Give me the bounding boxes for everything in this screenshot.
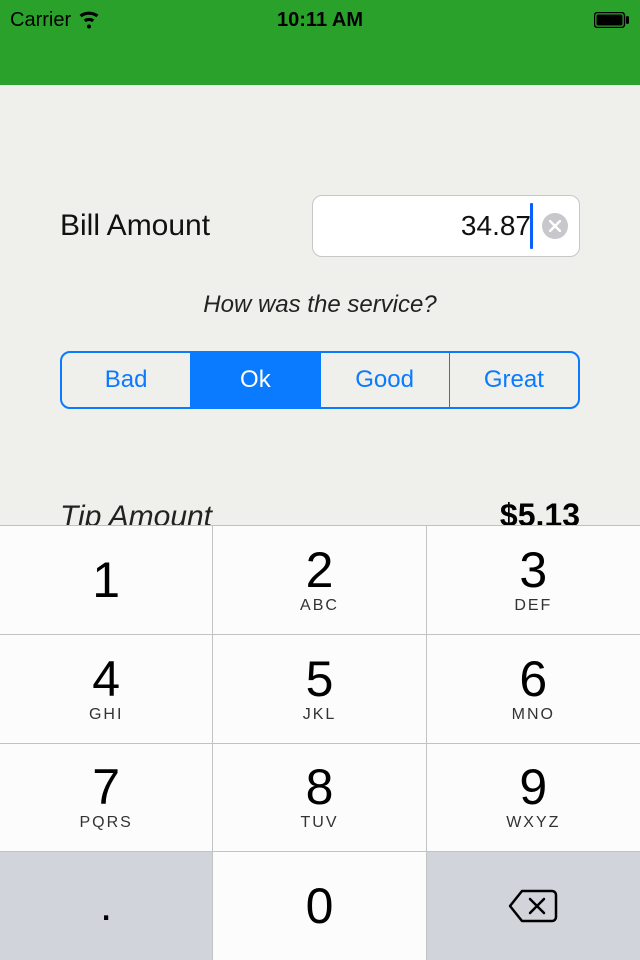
keypad-key-1[interactable]: 1 [0,525,213,634]
battery-icon [594,12,630,28]
keypad-letters: MNO [512,706,555,724]
keypad-letters: GHI [89,706,123,724]
keypad-key-0[interactable]: 0 [213,851,426,960]
keypad-digit: 5 [306,654,334,704]
keypad-digit: 4 [92,654,120,704]
keypad-letters: DEF [514,597,552,615]
keypad-digit: 1 [92,555,120,605]
keypad-letters: ABC [300,597,339,615]
close-icon [549,220,561,232]
keypad-digit: 0 [306,881,334,931]
keypad-digit: 6 [519,654,547,704]
keypad-digit: . [100,884,112,928]
keypad-key-3[interactable]: 3 DEF [427,525,640,634]
keypad-key-dot[interactable]: . [0,851,213,960]
keypad-key-8[interactable]: 8 TUV [213,743,426,852]
keypad-digit: 8 [306,762,334,812]
keypad-backspace[interactable] [427,851,640,960]
keypad-digit: 7 [92,762,120,812]
keypad-key-2[interactable]: 2 ABC [213,525,426,634]
wifi-icon [77,11,101,29]
keypad-key-9[interactable]: 9 WXYZ [427,743,640,852]
bill-input-wrap[interactable] [312,195,580,257]
status-bar: Carrier 10:11 AM [0,0,640,40]
segment-ok[interactable]: Ok [190,353,319,407]
keypad-digit: 3 [519,545,547,595]
segment-bad[interactable]: Bad [62,353,190,407]
bill-amount-label: Bill Amount [60,209,210,243]
clear-button[interactable] [542,213,568,239]
nav-bar [0,40,640,85]
keypad-digit: 9 [519,762,547,812]
service-prompt: How was the service? [60,291,580,319]
keypad-digit: 2 [306,545,334,595]
keypad-key-7[interactable]: 7 PQRS [0,743,213,852]
keypad-letters: JKL [303,706,337,724]
segment-good[interactable]: Good [320,353,449,407]
keypad-key-4[interactable]: 4 GHI [0,634,213,743]
bill-amount-input[interactable] [312,195,580,257]
keypad-letters: TUV [300,814,338,832]
keypad-letters: WXYZ [506,814,560,832]
bill-row: Bill Amount [60,195,580,257]
keypad-key-6[interactable]: 6 MNO [427,634,640,743]
service-segmented-control[interactable]: BadOkGoodGreat [60,351,580,409]
numeric-keypad[interactable]: 1 2 ABC 3 DEF 4 GHI 5 JKL 6 MNO 7 PQRS 8 TUV 9 WXYZ. 0 [0,525,640,960]
carrier-label: Carrier [10,9,71,32]
backspace-icon [508,888,558,924]
keypad-key-5[interactable]: 5 JKL [213,634,426,743]
text-caret [530,203,533,249]
keypad-letters: PQRS [79,814,132,832]
segment-great[interactable]: Great [449,353,578,407]
